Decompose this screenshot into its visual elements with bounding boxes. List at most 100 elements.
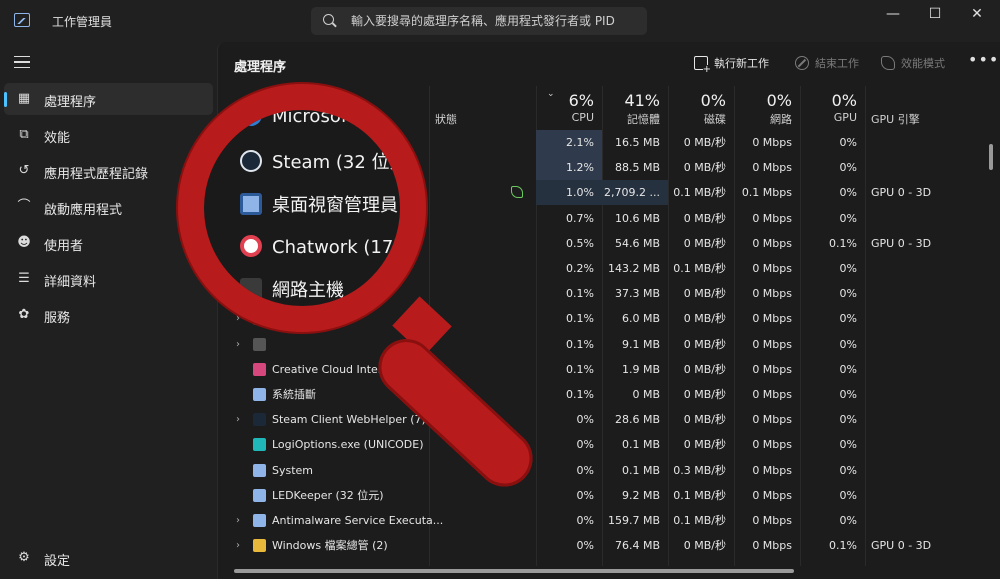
cpu-cell: 1.2% [536, 155, 602, 181]
gpu-engine-cell [865, 407, 988, 432]
net-cell: 0 Mbps [752, 262, 792, 275]
expand-chevron-icon[interactable]: › [236, 533, 240, 558]
gpu-cell: 0% [839, 287, 857, 301]
process-name: LEDKeeper (32 位元) [272, 488, 384, 502]
gpu-cell: 0% [839, 514, 857, 527]
magnifier-lens: Microsoft Edge Steam (32 位元) 桌面視窗管理員 Cha… [178, 84, 426, 332]
sidebar-item-label: 處理程序 [44, 95, 97, 110]
process-icon [253, 514, 266, 527]
sidebar-item-details[interactable]: ☰ 詳細資料 [4, 263, 213, 295]
processes-icon: ▦ [17, 91, 31, 106]
table-row[interactable]: › Steam Client WebHelper (7) 0% 28.6 MB 0 MB… [218, 407, 988, 432]
gpu-cell: 0% [839, 463, 857, 477]
memory-header-label: 記憶體 [627, 113, 660, 126]
process-name: 系統插斷 [272, 388, 316, 401]
cpu-cell: 0.1% [566, 388, 594, 401]
end-task-button[interactable]: 結束工作 [795, 55, 859, 71]
cpu-cell: 1.0% [536, 180, 602, 206]
table-row[interactable]: › Antimalware Service Executa... 0% 159.7 M… [218, 508, 988, 533]
sidebar-item-services[interactable]: ✿ 服務 [4, 299, 213, 331]
gpu-header-label: GPU [833, 111, 857, 124]
table-row[interactable]: System 0% 0.1 MB 0.3 MB/秒 0 Mbps 0% [218, 458, 988, 483]
mem-cell: 0.1 MB [621, 438, 660, 452]
memory-total-percent: 41% [624, 91, 660, 110]
more-options-button[interactable]: ••• [968, 50, 999, 69]
column-header-status[interactable]: 狀態 [429, 86, 536, 126]
cpu-cell: 0% [576, 488, 594, 502]
cpu-header-label: CPU [571, 111, 594, 124]
column-header-disk[interactable]: 0% 磁碟 [668, 86, 734, 126]
mem-cell: 1.9 MB [621, 362, 660, 376]
expand-chevron-icon[interactable]: › [236, 332, 240, 357]
net-cell: 0 Mbps [752, 362, 792, 376]
cpu-cell: 0.7% [566, 211, 594, 225]
sidebar-item-label: 使用者 [44, 239, 84, 254]
gpu-cell: 0% [839, 161, 857, 175]
sidebar-item-label: 設定 [44, 554, 71, 569]
mem-cell: 9.2 MB [621, 488, 660, 502]
process-icon [253, 388, 266, 401]
table-row[interactable]: › 0.1% 9.1 MB 0 MB/秒 0 Mbps 0% [218, 332, 988, 357]
sidebar-item-settings[interactable]: ⚙ 設定 [4, 542, 213, 574]
gpu-engine-cell [865, 332, 988, 357]
expand-chevron-icon[interactable]: › [236, 508, 240, 533]
horizontal-scrollbar[interactable] [234, 569, 794, 573]
disk-cell: 0 MB/秒 [683, 388, 726, 401]
expand-chevron-icon[interactable]: › [236, 407, 240, 432]
mem-cell: 9.1 MB [621, 337, 660, 351]
column-header-gpu[interactable]: 0% GPU [800, 86, 865, 126]
mem-cell: 0 MB [632, 388, 660, 401]
search-box[interactable] [311, 7, 647, 35]
cpu-cell: 0.1% [566, 362, 594, 376]
net-cell: 0 Mbps [752, 161, 792, 175]
close-button[interactable]: ✕ [956, 0, 998, 30]
sidebar-item-performance[interactable]: ⧉ 效能 [4, 119, 213, 151]
disk-cell: 0 MB/秒 [683, 287, 726, 301]
disk-cell: 0 MB/秒 [683, 413, 726, 427]
column-header-gpu-engine[interactable]: GPU 引擎 [865, 86, 988, 126]
gpu-cell: 0% [839, 413, 857, 427]
process-icon [253, 488, 266, 502]
disk-cell: 0 MB/秒 [683, 362, 726, 376]
minimize-button[interactable]: — [872, 0, 914, 30]
table-row[interactable]: Creative Cloud Interprocess ... 0.1% 1.9 M… [218, 357, 988, 382]
title-bar: 工作管理員 — ☐ ✕ [0, 0, 1000, 42]
net-cell: 0 Mbps [752, 463, 792, 477]
startup-icon: ⌒ [17, 199, 31, 214]
process-name: System [272, 463, 314, 477]
column-header-network[interactable]: 0% 網路 [734, 86, 800, 126]
disk-cell: 0 MB/秒 [683, 236, 726, 250]
cpu-cell: 0.1% [566, 287, 594, 301]
magnified-row: 桌面視窗管理員 [240, 191, 398, 217]
network-header-label: 網路 [770, 113, 792, 126]
hamburger-menu-icon[interactable] [14, 56, 30, 68]
sidebar-item-label: 服務 [44, 311, 71, 326]
maximize-button[interactable]: ☐ [914, 0, 956, 30]
magnified-label: Chatwork (17) [272, 237, 401, 258]
vertical-scrollbar[interactable] [989, 144, 993, 170]
run-new-task-button[interactable]: 執行新工作 [694, 55, 769, 75]
sidebar-item-processes[interactable]: ▦ 處理程序 [4, 83, 213, 115]
table-row[interactable]: › Windows 檔案總管 (2) 0% 76.4 MB 0 MB/秒 0 Mbps 0.… [218, 533, 988, 558]
table-row[interactable]: LEDKeeper (32 位元) 0% 9.2 MB 0.1 MB/秒 0 Mbps 0… [218, 483, 988, 508]
search-input[interactable] [351, 11, 641, 31]
gpu-engine-cell [865, 382, 988, 407]
net-cell: 0 Mbps [752, 287, 792, 301]
disk-cell: 0 MB/秒 [683, 136, 726, 149]
disk-cell: 0.3 MB/秒 [673, 463, 726, 477]
cpu-cell: 0% [576, 413, 594, 427]
column-header-memory[interactable]: 41% 記憶體 [602, 86, 668, 126]
process-icon [253, 539, 266, 553]
gpu-total-percent: 0% [831, 91, 857, 110]
gpu-cell: 0% [839, 488, 857, 502]
efficiency-mode-button[interactable]: 效能模式 [881, 55, 945, 71]
table-row[interactable]: 系統插斷 0.1% 0 MB 0 MB/秒 0 Mbps 0% [218, 382, 988, 407]
cpu-cell: 0.1% [566, 312, 594, 326]
column-header-cpu[interactable]: 6% CPU [536, 86, 602, 126]
gpu-cell: 0% [839, 438, 857, 452]
sidebar-item-label: 效能 [44, 131, 71, 146]
net-cell: 0 Mbps [752, 136, 792, 149]
table-row[interactable]: LogiOptions.exe (UNICODE) 0% 0.1 MB 0 MB/秒 0… [218, 432, 988, 457]
disk-cell: 0.1 MB/秒 [673, 514, 726, 527]
mem-cell: 143.2 MB [607, 262, 660, 275]
